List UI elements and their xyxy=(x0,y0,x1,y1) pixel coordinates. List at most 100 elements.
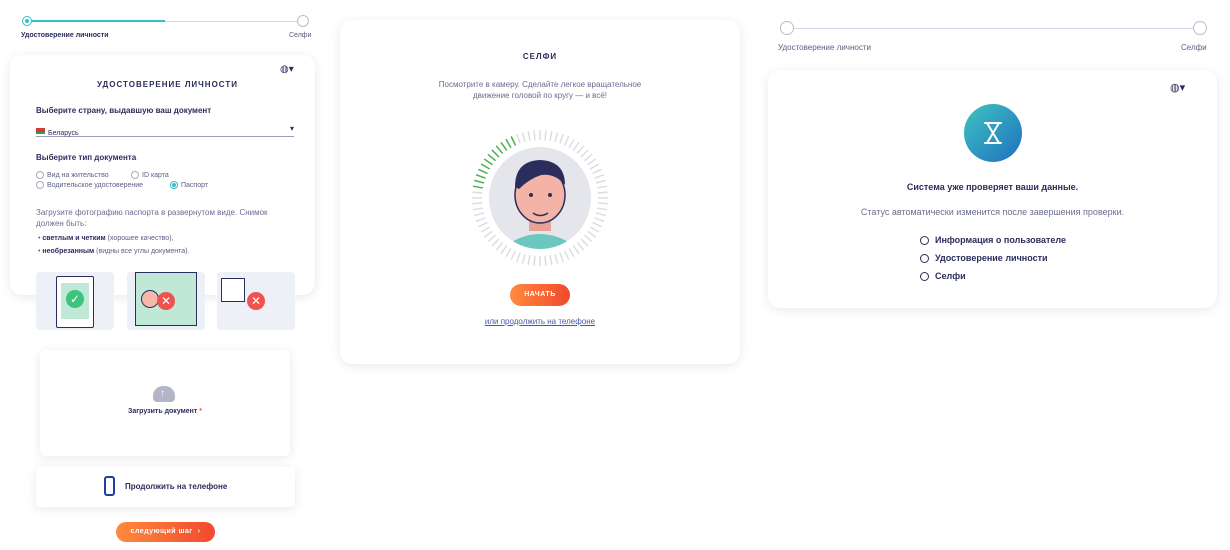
belarus-flag-icon xyxy=(36,127,45,134)
requirement-bold: необрезанным xyxy=(42,248,95,255)
scan-tick xyxy=(597,191,608,194)
scan-tick xyxy=(483,158,493,166)
check-icon: ✓ xyxy=(66,290,84,308)
cloud-upload-icon: ↑ xyxy=(153,386,175,402)
cross-icon: ✕ xyxy=(157,292,175,310)
doctype-option-label: Водительское удостоверение xyxy=(47,181,144,189)
scan-tick xyxy=(505,247,512,258)
status-item-selfie: Селфи xyxy=(920,271,966,282)
scan-tick xyxy=(521,132,526,143)
scan-tick xyxy=(544,255,547,266)
scan-tick xyxy=(483,230,493,238)
status-heading: Система уже проверяет ваши данные. xyxy=(906,182,1079,192)
doctype-option-label: Вид на жительство xyxy=(47,171,109,179)
scan-tick xyxy=(475,174,486,179)
scan-tick xyxy=(592,221,602,228)
scan-tick xyxy=(516,252,521,263)
scan-tick xyxy=(583,234,593,243)
example-small-photo: ✕ xyxy=(217,272,295,330)
start-button[interactable]: НАЧАТЬ xyxy=(510,284,570,306)
arrow-right-icon: › xyxy=(197,528,201,535)
scan-tick xyxy=(472,191,483,194)
scan-tick xyxy=(495,241,504,251)
upload-label: Загрузить документ * xyxy=(40,408,290,415)
status-circle-icon xyxy=(920,254,929,264)
scan-tick xyxy=(500,245,508,255)
continue-on-phone-button[interactable]: Продолжить на телефоне xyxy=(36,467,295,507)
scan-tick xyxy=(472,202,483,205)
step-label-selfie: Селфи xyxy=(289,32,312,39)
doctype-option-label: Паспорт xyxy=(181,181,209,189)
face-scan-illustration xyxy=(472,130,608,266)
step-dot-2[interactable] xyxy=(1193,21,1207,35)
continue-phone-label: Продолжить на телефоне xyxy=(125,482,228,491)
scan-tick xyxy=(559,133,564,144)
radio-icon xyxy=(36,181,44,189)
status-circle-icon xyxy=(920,272,929,282)
globe-icon[interactable]: ◍▾ xyxy=(280,64,294,75)
scan-tick xyxy=(572,245,580,255)
scan-tick xyxy=(563,250,570,260)
doctype-label: Выберите тип документа xyxy=(36,153,137,162)
upload-arrow: ↑ xyxy=(160,388,165,399)
upload-label-text: Загрузить документ xyxy=(127,408,198,415)
scan-tick xyxy=(594,217,605,222)
phone-icon xyxy=(104,476,115,496)
scan-tick xyxy=(583,153,593,162)
card-title: УДОСТОВЕРЕНИЕ ЛИЧНОСТИ xyxy=(96,80,239,89)
scan-tick xyxy=(549,254,553,266)
continue-on-phone-link[interactable]: или продолжить на телефоне xyxy=(340,317,740,326)
upload-dropzone[interactable]: ↑ Загрузить документ * xyxy=(40,350,290,456)
step-dot-2[interactable] xyxy=(297,15,309,27)
country-select[interactable]: Беларусь ▾ xyxy=(36,122,294,137)
radio-icon xyxy=(131,171,139,179)
doctype-option-passport[interactable]: Паспорт xyxy=(170,181,208,189)
requirement-bright: • светлым и четким (хорошее качество), xyxy=(38,235,174,242)
scan-tick xyxy=(563,136,570,146)
scan-tick xyxy=(527,254,531,266)
doctype-option-label: ID карта xyxy=(142,171,169,179)
scan-tick xyxy=(572,141,580,151)
next-step-button[interactable]: следующий шаг › xyxy=(116,522,215,542)
status-item-user-info: Информация о пользователе xyxy=(920,235,1066,246)
scan-tick xyxy=(587,158,597,166)
scan-tick xyxy=(594,174,605,179)
scan-tick xyxy=(474,179,485,184)
status-item-label: Селфи xyxy=(935,271,966,281)
stepper-track xyxy=(793,28,1193,29)
scan-tick xyxy=(491,238,500,247)
scan-tick xyxy=(510,250,517,260)
example-cropped-photo: ✕ xyxy=(127,272,205,330)
scan-tick xyxy=(491,149,500,158)
upload-instructions: Загрузите фотографию паспорта в разверну… xyxy=(36,208,268,228)
scan-tick xyxy=(549,130,553,142)
scan-tick xyxy=(596,207,608,211)
scan-tick xyxy=(475,217,486,222)
step-dot-1[interactable] xyxy=(780,21,794,35)
doctype-option-license[interactable]: Водительское удостоверение xyxy=(36,181,143,189)
scan-tick xyxy=(505,138,512,149)
step-dot-1[interactable] xyxy=(22,16,32,26)
document-illustration xyxy=(221,278,245,302)
globe-icon[interactable]: ◍▾ xyxy=(1170,81,1185,94)
status-circle-icon xyxy=(920,236,929,246)
step-label-selfie: Селфи xyxy=(1181,43,1207,52)
scan-tick xyxy=(533,255,536,266)
scan-tick xyxy=(580,149,589,158)
scan-tick xyxy=(527,130,531,142)
scan-tick xyxy=(478,221,488,228)
stepper-progress xyxy=(27,20,165,22)
scan-tick xyxy=(521,253,526,264)
scan-tick xyxy=(595,179,606,184)
next-step-label: следующий шаг xyxy=(130,528,193,535)
scan-tick xyxy=(576,145,585,155)
required-mark: * xyxy=(199,408,203,415)
doctype-option-idcard[interactable]: ID карта xyxy=(131,171,169,179)
scan-tick xyxy=(589,163,600,170)
scan-tick xyxy=(568,247,575,258)
requirement-rest: (хорошее качество), xyxy=(105,235,174,242)
doctype-option-residence[interactable]: Вид на жительство xyxy=(36,171,109,179)
scan-tick xyxy=(516,133,521,144)
scan-tick xyxy=(480,226,491,233)
scan-tick xyxy=(595,212,606,217)
